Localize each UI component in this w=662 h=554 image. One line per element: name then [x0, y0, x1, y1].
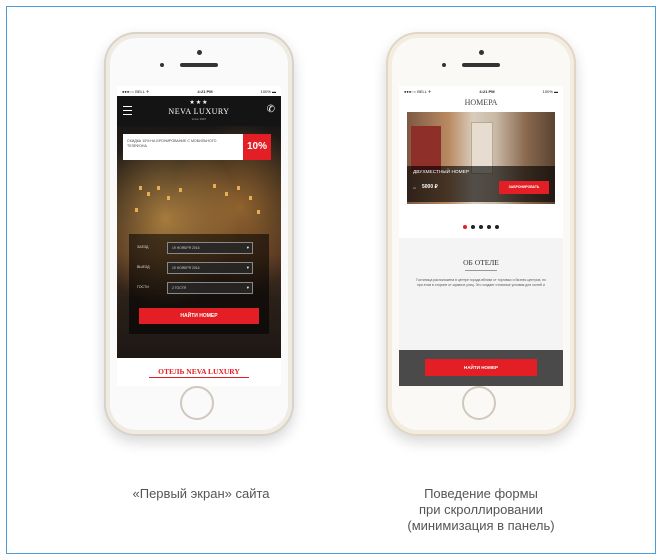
checkout-label: ВЫЕЗД: [137, 265, 150, 269]
window-light: [249, 196, 252, 200]
phone-screen: ●●●○○ BELL ✈ 4:21 PM 100% ▬ ★★★ NEVA LUX…: [117, 86, 281, 386]
guests-value: 2 ГОСТЯ: [172, 286, 186, 290]
phone-icon[interactable]: ✆: [267, 104, 275, 115]
room-slide[interactable]: ДВУХМЕСТНЫЙ НОМЕР от 5000 ₽ ЗАБРОНИРОВАТ…: [407, 112, 555, 204]
window-light: [147, 192, 150, 196]
guests-row: ГОСТИ 2 ГОСТЯ ▾: [137, 282, 261, 294]
phone-screen: ●●●○○ BELL ✈ 4:21 PM 100% ▬ НОМЕРА ДВУХМ…: [399, 86, 563, 386]
phone-mockup-first-screen: ●●●○○ BELL ✈ 4:21 PM 100% ▬ ★★★ NEVA LUX…: [104, 32, 294, 436]
caption-line: Поведение формы: [424, 486, 538, 501]
window-light: [225, 192, 228, 196]
checkin-value: 19 НОЯБРЯ 2016: [172, 246, 200, 250]
checkin-label: ЗАЕЗД: [137, 245, 149, 249]
checkout-value: 19 НОЯБРЯ 2016: [172, 266, 200, 270]
promo-text: СКИДКА 10% НА БРОНИРОВАНИЕ С МОБИЛЬНОГО …: [127, 139, 217, 148]
book-button[interactable]: ЗАБРОНИРОВАТЬ: [499, 181, 549, 194]
rating-stars: ★★★: [189, 100, 209, 106]
chevron-down-icon: ▾: [246, 285, 249, 290]
promo-banner[interactable]: СКИДКА 10% НА БРОНИРОВАНИЕ С МОБИЛЬНОГО …: [123, 134, 271, 160]
rooms-title: НОМЕРА: [464, 98, 498, 107]
hero-hotel-image: СКИДКА 10% НА БРОНИРОВАНИЕ С МОБИЛЬНОГО …: [117, 126, 281, 358]
slider-dots: [399, 216, 563, 234]
window-light: [237, 186, 240, 190]
price-prefix: от: [413, 186, 416, 190]
window-light: [139, 186, 142, 190]
status-battery: 100% ▬: [260, 88, 276, 94]
status-time: 4:21 PM: [197, 88, 213, 94]
site-header: ★★★ NEVA LUXURY since 1997 ✆: [117, 96, 281, 126]
about-divider: [465, 270, 497, 271]
booking-form: ЗАЕЗД 19 НОЯБРЯ 2016 ▾ ВЫЕЗД 19 НОЯБРЯ 2…: [129, 234, 269, 334]
window-light: [167, 196, 170, 200]
about-section: ОБ ОТЕЛЕ Гостиница расположена в центре …: [399, 238, 563, 350]
room-price: 5000 ₽: [422, 184, 438, 190]
chevron-down-icon: ▾: [246, 245, 249, 250]
find-room-button[interactable]: НАЙТИ НОМЕР: [425, 359, 537, 376]
home-button[interactable]: [462, 386, 496, 420]
checkout-select[interactable]: 19 НОЯБРЯ 2016 ▾: [167, 262, 253, 274]
speaker-icon: [180, 63, 218, 67]
checkin-select[interactable]: 19 НОЯБРЯ 2016 ▾: [167, 242, 253, 254]
guests-label: ГОСТИ: [137, 285, 149, 289]
slider-dot[interactable]: [471, 225, 475, 229]
title-underline: [149, 377, 249, 378]
slider-dot[interactable]: [495, 225, 499, 229]
window-light: [179, 188, 182, 192]
checkout-row: ВЫЕЗД 19 НОЯБРЯ 2016 ▾: [137, 262, 261, 274]
status-carrier: ●●●○○ BELL ✈: [122, 88, 150, 94]
site-logo[interactable]: NEVA LUXURY: [117, 107, 281, 116]
about-text: Гостиница расположена в центре города вб…: [416, 278, 546, 288]
window-light: [157, 186, 160, 190]
status-bar: ●●●○○ BELL ✈ 4:21 PM 100% ▬: [117, 86, 281, 96]
site-logo-sub: since 1997: [191, 117, 207, 121]
camera-icon: [479, 50, 484, 55]
speaker-icon: [462, 63, 500, 67]
sensor-icon: [160, 63, 164, 67]
hotel-title: ОТЕЛЬ NEVA LUXURY: [158, 367, 240, 376]
status-time: 4:21 PM: [479, 88, 495, 94]
status-battery: 100% ▬: [542, 88, 558, 94]
caption-line: (минимизация в панель): [407, 518, 555, 533]
room-name: ДВУХМЕСТНЫЙ НОМЕР: [413, 170, 470, 175]
find-room-button[interactable]: НАЙТИ НОМЕР: [139, 308, 259, 324]
hotel-title-section: ОТЕЛЬ NEVA LUXURY: [117, 358, 281, 386]
home-button[interactable]: [180, 386, 214, 420]
slider-dot[interactable]: [487, 225, 491, 229]
status-bar: ●●●○○ BELL ✈ 4:21 PM 100% ▬: [399, 86, 563, 96]
slider-dot-active[interactable]: [463, 225, 467, 229]
window-light: [135, 208, 138, 212]
camera-icon: [197, 50, 202, 55]
window-light: [257, 210, 260, 214]
guests-select[interactable]: 2 ГОСТЯ ▾: [167, 282, 253, 294]
caption-first-screen: «Первый экран» сайта: [132, 486, 270, 501]
sensor-icon: [442, 63, 446, 67]
about-title: ОБ ОТЕЛЕ: [463, 258, 499, 267]
window-light: [213, 184, 216, 188]
status-carrier: ●●●○○ BELL ✈: [404, 88, 432, 94]
promo-percent: 10%: [243, 134, 271, 160]
checkin-row: ЗАЕЗД 19 НОЯБРЯ 2016 ▾: [137, 242, 261, 254]
caption-scroll-behavior: Поведение формы при скроллировании (мини…: [376, 486, 586, 534]
chevron-down-icon: ▾: [246, 265, 249, 270]
phone-mockup-scrolled: ●●●○○ BELL ✈ 4:21 PM 100% ▬ НОМЕРА ДВУХМ…: [386, 32, 576, 436]
slider-dot[interactable]: [479, 225, 483, 229]
caption-line: при скроллировании: [418, 502, 544, 517]
minimized-form-panel: НАЙТИ НОМЕР: [399, 350, 563, 386]
